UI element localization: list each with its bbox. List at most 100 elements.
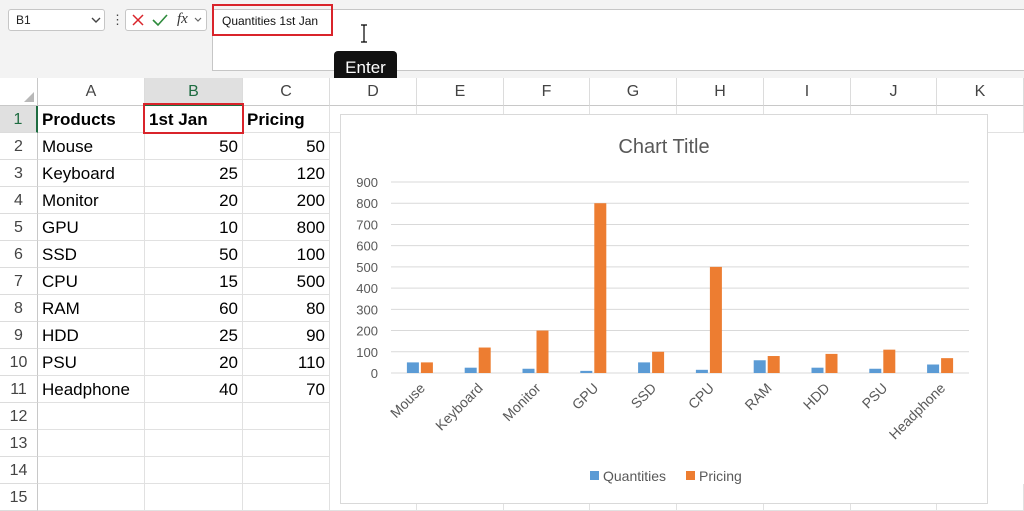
bar-quantities-cpu — [695, 369, 708, 373]
cell-a1[interactable]: Products — [38, 106, 145, 133]
ibeam-cursor-icon — [361, 24, 367, 43]
cell-c4[interactable]: 200 — [243, 187, 330, 214]
category-label: CPU — [685, 380, 717, 412]
select-all-corner[interactable] — [0, 78, 38, 106]
cell-a3[interactable]: Keyboard — [38, 160, 145, 187]
cell-c12[interactable] — [243, 403, 330, 430]
column-header-i[interactable]: I — [764, 78, 851, 106]
cell-c8[interactable]: 80 — [243, 295, 330, 322]
column-header-a[interactable]: A — [38, 78, 145, 106]
cell-b3[interactable]: 25 — [145, 160, 243, 187]
cell-c15[interactable] — [243, 484, 330, 511]
bar-pricing-psu — [883, 349, 896, 373]
name-box[interactable]: B1 — [8, 9, 105, 31]
cell-b14[interactable] — [145, 457, 243, 484]
cell-b7[interactable]: 15 — [145, 268, 243, 295]
cell-a12[interactable] — [38, 403, 145, 430]
column-header-c[interactable]: C — [243, 78, 330, 106]
y-tick-label: 400 — [356, 281, 378, 296]
column-header-b[interactable]: B — [145, 78, 243, 106]
row-header-7[interactable]: 7 — [0, 268, 38, 295]
row-header-14[interactable]: 14 — [0, 457, 38, 484]
cell-c13[interactable] — [243, 430, 330, 457]
cell-c11[interactable]: 70 — [243, 376, 330, 403]
cell-a13[interactable] — [38, 430, 145, 457]
row-header-6[interactable]: 6 — [0, 241, 38, 268]
cell-b2[interactable]: 50 — [145, 133, 243, 160]
row-header-2[interactable]: 2 — [0, 133, 38, 160]
cell-b5[interactable]: 10 — [145, 214, 243, 241]
cell-c14[interactable] — [243, 457, 330, 484]
bar-pricing-gpu — [594, 203, 607, 373]
cell-b9[interactable]: 25 — [145, 322, 243, 349]
row-header-1[interactable]: 1 — [0, 106, 38, 133]
y-tick-label: 900 — [356, 175, 378, 190]
row-header-3[interactable]: 3 — [0, 160, 38, 187]
row-header-13[interactable]: 13 — [0, 430, 38, 457]
cell-a10[interactable]: PSU — [38, 349, 145, 376]
cell-b6[interactable]: 50 — [145, 241, 243, 268]
cell-a6[interactable]: SSD — [38, 241, 145, 268]
chevron-down-icon[interactable] — [89, 13, 103, 27]
cell-a9[interactable]: HDD — [38, 322, 145, 349]
cell-c1[interactable]: Pricing — [243, 106, 330, 133]
chevron-down-icon[interactable] — [193, 15, 203, 25]
bar-quantities-headphone — [927, 364, 940, 373]
cell-c10[interactable]: 110 — [243, 349, 330, 376]
row-header-15[interactable]: 15 — [0, 484, 38, 511]
cell-a15[interactable] — [38, 484, 145, 511]
cell-b11[interactable]: 40 — [145, 376, 243, 403]
column-header-k[interactable]: K — [937, 78, 1024, 106]
row-header-4[interactable]: 4 — [0, 187, 38, 214]
column-header-h[interactable]: H — [677, 78, 764, 106]
y-tick-label: 300 — [356, 302, 378, 317]
category-label: Monitor — [499, 380, 544, 425]
cancel-icon[interactable] — [131, 13, 145, 27]
row-header-5[interactable]: 5 — [0, 214, 38, 241]
bar-pricing-headphone — [941, 358, 954, 373]
cell-b12[interactable] — [145, 403, 243, 430]
cell-a11[interactable]: Headphone — [38, 376, 145, 403]
fx-icon[interactable]: fx — [177, 11, 188, 28]
bar-pricing-ram — [767, 356, 780, 373]
row-header-12[interactable]: 12 — [0, 403, 38, 430]
cell-c5[interactable]: 800 — [243, 214, 330, 241]
bar-pricing-monitor — [536, 330, 549, 373]
cell-a5[interactable]: GPU — [38, 214, 145, 241]
row-header-8[interactable]: 8 — [0, 295, 38, 322]
cell-a8[interactable]: RAM — [38, 295, 145, 322]
cell-a2[interactable]: Mouse — [38, 133, 145, 160]
cell-c7[interactable]: 500 — [243, 268, 330, 295]
more-options-icon[interactable]: ⋮ — [111, 9, 124, 31]
cell-b13[interactable] — [145, 430, 243, 457]
y-tick-label: 800 — [356, 196, 378, 211]
chart[interactable]: Chart Title 0 100 200 300 400 500 600 700 800 900 M… — [340, 114, 988, 504]
column-header-f[interactable]: F — [504, 78, 590, 106]
row-header-11[interactable]: 11 — [0, 376, 38, 403]
enter-check-icon[interactable] — [152, 13, 168, 27]
row-header-9[interactable]: 9 — [0, 322, 38, 349]
column-header-g[interactable]: G — [590, 78, 677, 106]
cell-c3[interactable]: 120 — [243, 160, 330, 187]
row-header-10[interactable]: 10 — [0, 349, 38, 376]
bar-pricing-keyboard — [478, 347, 491, 373]
column-header-e[interactable]: E — [417, 78, 504, 106]
cell-a14[interactable] — [38, 457, 145, 484]
cell-b8[interactable]: 60 — [145, 295, 243, 322]
bar-quantities-ssd — [638, 362, 651, 373]
cell-c9[interactable]: 90 — [243, 322, 330, 349]
cell-c2[interactable]: 50 — [243, 133, 330, 160]
cell-c6[interactable]: 100 — [243, 241, 330, 268]
cell-a7[interactable]: CPU — [38, 268, 145, 295]
cell-b15[interactable] — [145, 484, 243, 511]
cell-a4[interactable]: Monitor — [38, 187, 145, 214]
y-tick-label: 700 — [356, 217, 378, 232]
cell-b4[interactable]: 20 — [145, 187, 243, 214]
cell-b10[interactable]: 20 — [145, 349, 243, 376]
chart-title: Chart Title — [618, 136, 709, 158]
column-header-d[interactable]: D — [330, 78, 417, 106]
column-header-j[interactable]: J — [851, 78, 937, 106]
bar-quantities-keyboard — [464, 367, 477, 373]
legend-label: Pricing — [699, 468, 742, 484]
bar-quantities-hdd — [811, 367, 824, 373]
